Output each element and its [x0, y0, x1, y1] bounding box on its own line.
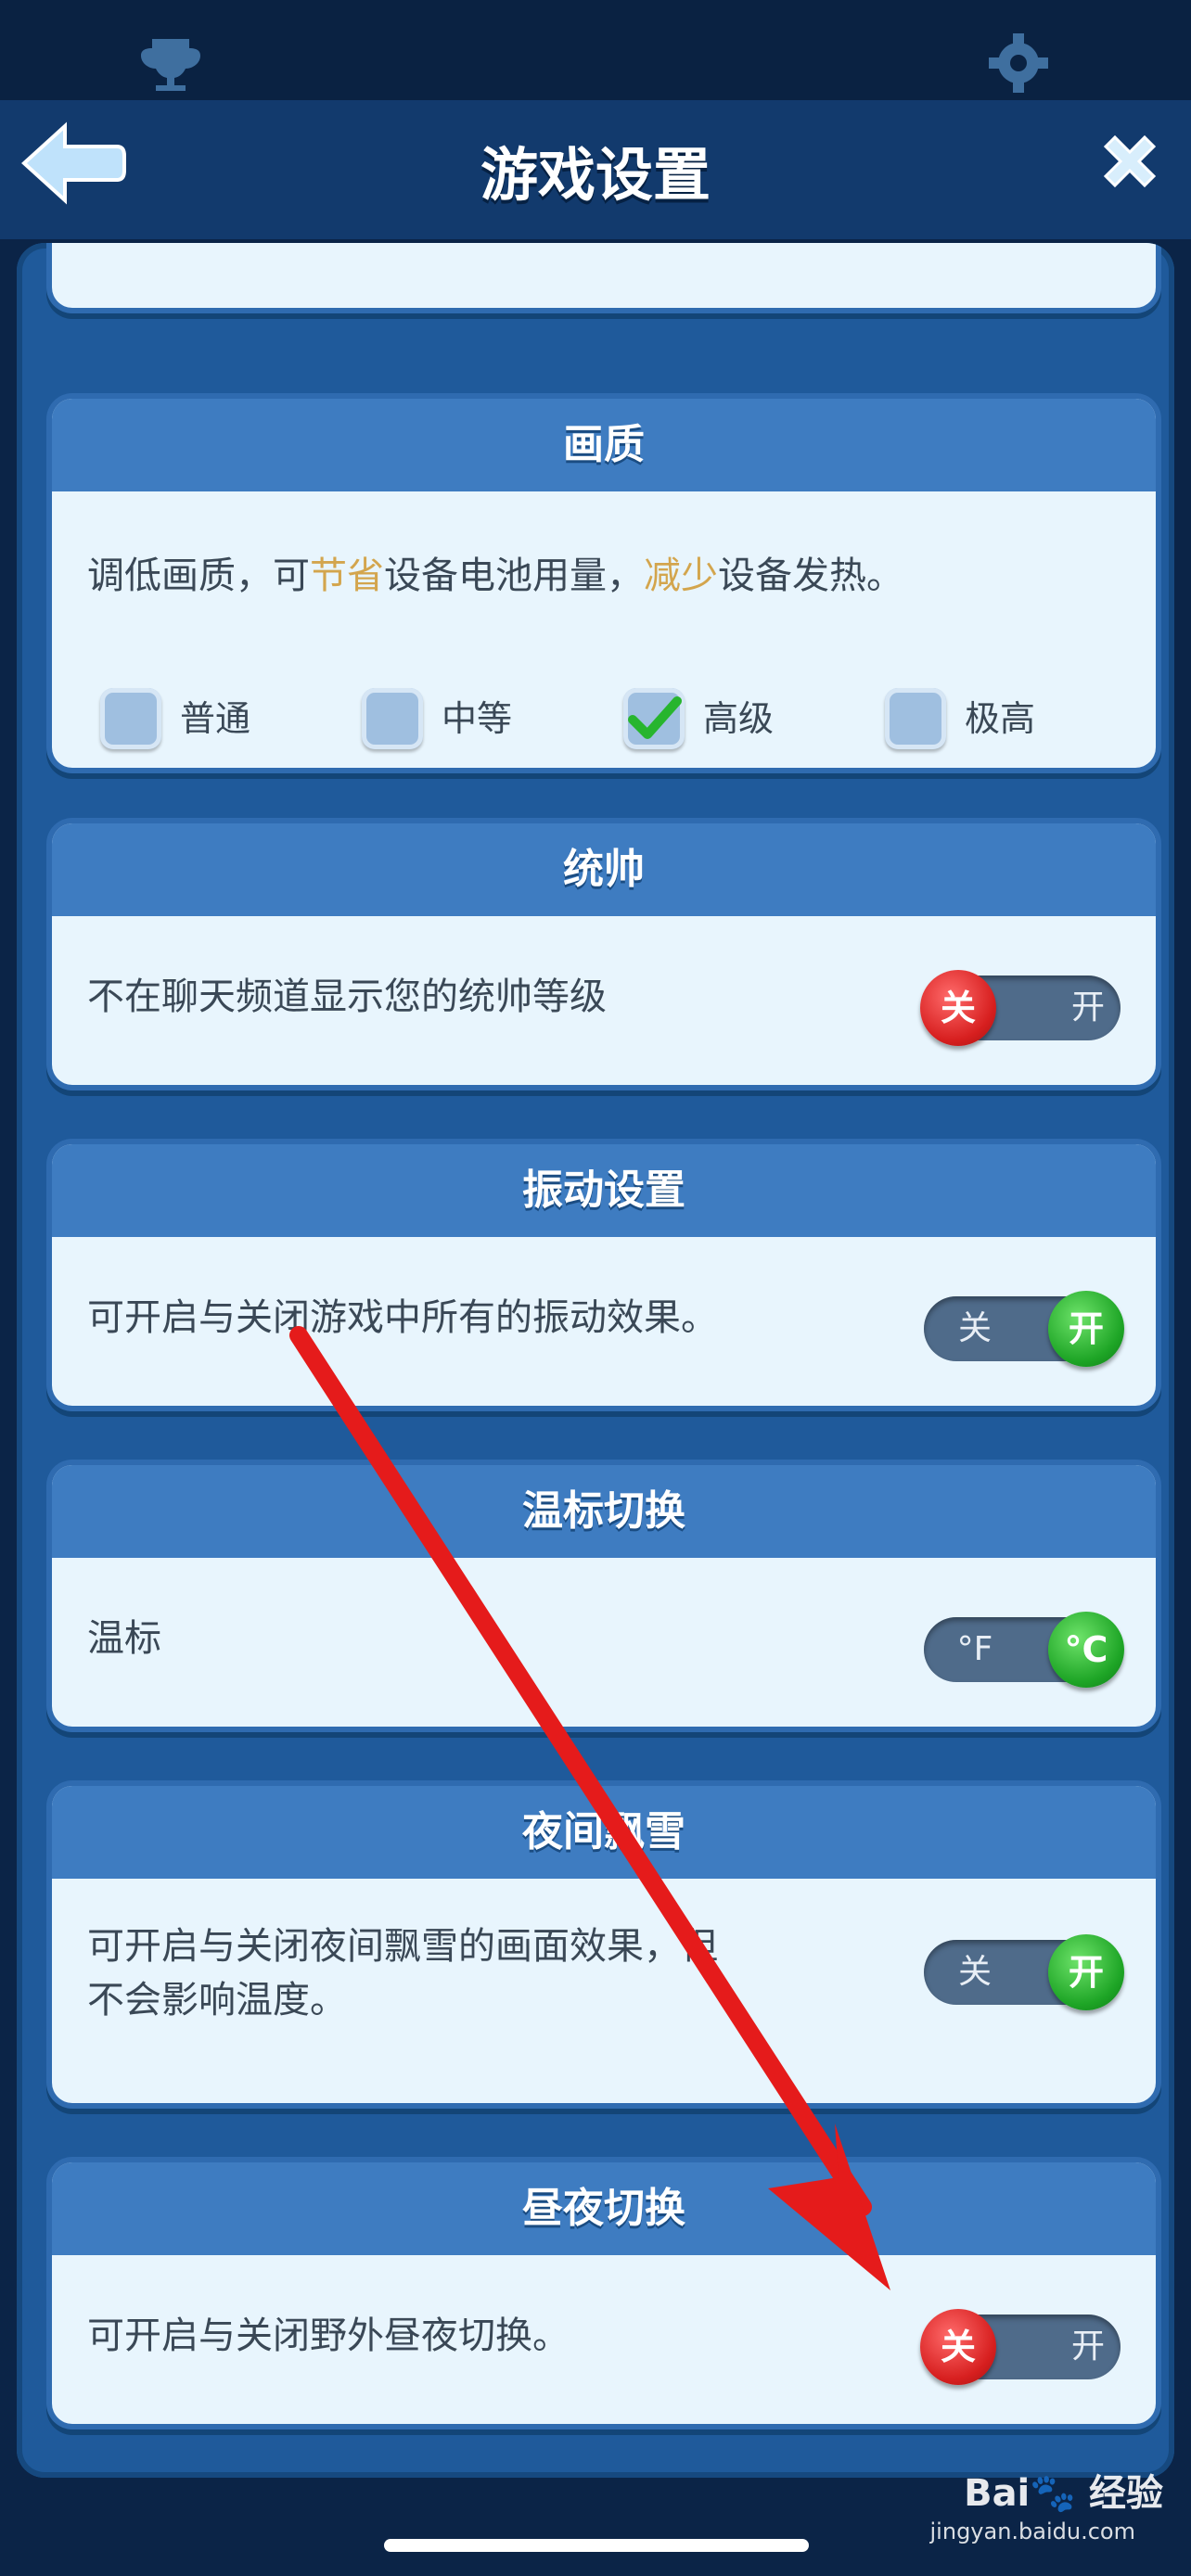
commander-description: 不在聊天频道显示您的统帅等级: [87, 976, 607, 1018]
trophy-icon[interactable]: [134, 26, 208, 100]
checkbox[interactable]: [885, 688, 946, 749]
settings-card-day-night: 昼夜切换 可开启与关闭野外昼夜切换。 关 开 关: [52, 2162, 1156, 2424]
card-title: 夜间飘雪: [52, 1786, 1156, 1879]
day-night-toggle[interactable]: 关 开 关: [920, 2309, 1121, 2385]
home-indicator[interactable]: [384, 2539, 809, 2552]
settings-card-vibration: 振动设置 可开启与关闭游戏中所有的振动效果。 关 开: [52, 1144, 1156, 1406]
settings-card-partial: [52, 243, 1156, 308]
checkmark-icon: [628, 696, 682, 739]
card-title: 振动设置: [52, 1144, 1156, 1237]
card-title: 温标切换: [52, 1465, 1156, 1558]
settings-card-quality: 画质 调低画质，可节省设备电池用量，减少设备发热。 普通 中等 高级 极高: [52, 399, 1156, 768]
page-title: 游戏设置: [480, 141, 711, 209]
quality-description: 调低画质，可节省设备电池用量，减少设备发热。: [87, 555, 903, 597]
checkbox[interactable]: [362, 688, 423, 749]
settings-panel[interactable]: 画质 调低画质，可节省设备电池用量，减少设备发热。 普通 中等 高级 极高 统帅…: [17, 243, 1174, 2478]
commander-toggle[interactable]: 关 开 关: [920, 970, 1121, 1046]
vibration-description: 可开启与关闭游戏中所有的振动效果。: [87, 1296, 718, 1339]
toggle-knob: °C: [1048, 1612, 1124, 1688]
checkbox-checked[interactable]: [623, 688, 685, 749]
watermark-site: jingyan.baidu.com: [929, 2519, 1135, 2544]
header: 游戏设置: [0, 100, 1191, 239]
toggle-knob: 开: [1048, 1291, 1124, 1367]
day-night-description: 可开启与关闭野外昼夜切换。: [87, 2315, 570, 2357]
temperature-toggle[interactable]: °F °C: [924, 1612, 1124, 1688]
vibration-toggle[interactable]: 关 开: [924, 1291, 1124, 1367]
settings-card-night-snow: 夜间飘雪 可开启与关闭夜间飘雪的画面效果，但 不会影响温度。 关 开: [52, 1786, 1156, 2103]
settings-card-commander: 统帅 不在聊天频道显示您的统帅等级 关 开 关: [52, 823, 1156, 1085]
top-bar: [0, 0, 1191, 100]
toggle-knob: 关: [920, 970, 996, 1046]
temperature-description: 温标: [87, 1617, 161, 1660]
toggle-knob: 关: [920, 2309, 996, 2385]
checkbox[interactable]: [100, 688, 161, 749]
close-icon[interactable]: [1096, 128, 1163, 195]
card-title: 统帅: [52, 823, 1156, 916]
settings-card-temperature: 温标切换 温标 °F °C: [52, 1465, 1156, 1727]
toggle-knob: 开: [1048, 1934, 1124, 2010]
card-title: 昼夜切换: [52, 2162, 1156, 2255]
card-title: 画质: [52, 399, 1156, 491]
night-snow-toggle[interactable]: 关 开: [924, 1934, 1124, 2010]
watermark-brand: Bai🐾 经验: [964, 2472, 1163, 2515]
gear-icon[interactable]: [981, 26, 1056, 100]
night-snow-description: 可开启与关闭夜间飘雪的画面效果，但 不会影响温度。: [87, 1925, 718, 2021]
